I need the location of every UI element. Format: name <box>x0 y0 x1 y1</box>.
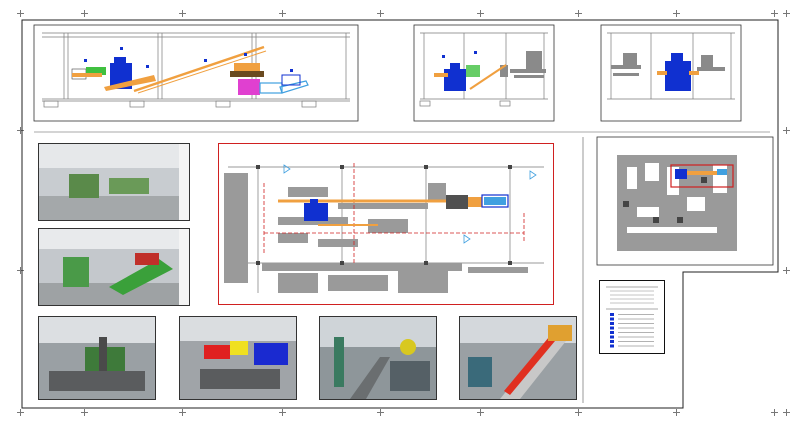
legend-swatch <box>610 344 614 348</box>
site-plan <box>617 155 737 251</box>
legend-swatch <box>610 322 614 325</box>
legend-box <box>599 280 665 354</box>
legend-swatch <box>610 340 614 343</box>
photo-highlighted-machinery <box>179 316 297 400</box>
photo-conveyor <box>319 316 437 400</box>
legend-swatch <box>610 317 614 321</box>
photo-green-equipment <box>38 228 190 306</box>
elevation-middle <box>419 32 548 107</box>
legend-swatch <box>610 331 614 334</box>
legend-swatch <box>610 326 614 330</box>
photo-highlighted-conveyor <box>459 316 577 400</box>
main-plan <box>218 143 554 305</box>
photo-separator-line <box>38 316 156 400</box>
photo-plant-overview <box>38 143 190 221</box>
elevation-left <box>42 32 350 108</box>
legend-swatch <box>610 313 614 316</box>
drawing-sheet <box>0 0 803 430</box>
legend-swatch <box>610 335 614 339</box>
legend-table <box>606 286 658 348</box>
elevation-right <box>607 32 735 100</box>
